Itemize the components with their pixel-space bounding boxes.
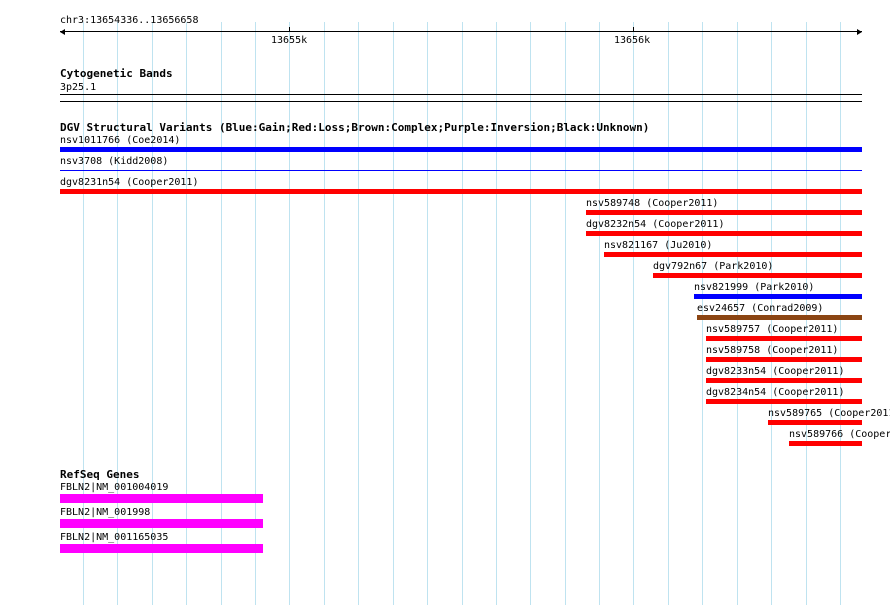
gridline: [152, 22, 153, 605]
ruler-axis: [60, 31, 862, 32]
arrow-right-icon: [857, 29, 862, 35]
gene-bar[interactable]: [60, 544, 263, 553]
variant-bar[interactable]: [604, 252, 862, 257]
variant-bar[interactable]: [586, 231, 862, 236]
variant-label: dgv792n67 (Park2010): [653, 261, 774, 272]
gridline: [668, 22, 669, 605]
variant-bar[interactable]: [60, 170, 862, 171]
variant-label: nsv3708 (Kidd2008): [60, 156, 169, 167]
variant-bar[interactable]: [706, 357, 862, 362]
gridline: [393, 22, 394, 605]
gridline: [565, 22, 566, 605]
variant-label: nsv821167 (Ju2010): [604, 240, 713, 251]
ruler-location: chr3:13654336..13656658: [60, 15, 199, 26]
variant-label: nsv589766 (Cooper2011): [789, 429, 890, 440]
gene-bar[interactable]: [60, 494, 263, 503]
variant-label: dgv8231n54 (Cooper2011): [60, 177, 199, 188]
variant-bar[interactable]: [706, 336, 862, 341]
variant-bar[interactable]: [768, 420, 862, 425]
gene-label: FBLN2|NM_001004019: [60, 482, 169, 493]
track-title-cytoband: Cytogenetic Bands: [60, 67, 173, 80]
cytoband-label: 3p25.1: [60, 82, 97, 93]
variant-bar[interactable]: [586, 210, 862, 215]
variant-label: nsv589748 (Cooper2011): [586, 198, 719, 209]
variant-label: dgv8233n54 (Cooper2011): [706, 366, 845, 377]
variant-label: nsv589757 (Cooper2011): [706, 324, 839, 335]
variant-bar[interactable]: [694, 294, 862, 299]
cytoband-line[interactable]: [60, 94, 862, 95]
gridline: [840, 22, 841, 605]
variant-bar[interactable]: [653, 273, 862, 278]
variant-label: dgv8232n54 (Cooper2011): [586, 219, 725, 230]
gene-bar[interactable]: [60, 519, 263, 528]
gridline: [599, 22, 600, 605]
variant-label: nsv1011766 (Coe2014): [60, 135, 181, 146]
ruler-tick: [633, 27, 634, 32]
track-title-dgv: DGV Structural Variants (Blue:Gain;Red:L…: [60, 121, 650, 134]
variant-bar[interactable]: [60, 189, 862, 194]
gridline: [496, 22, 497, 605]
track-title-refseq: RefSeq Genes: [60, 468, 140, 481]
variant-bar[interactable]: [789, 441, 862, 446]
variant-label: nsv589758 (Cooper2011): [706, 345, 839, 356]
variant-bar[interactable]: [697, 315, 862, 320]
variant-label: nsv821999 (Park2010): [694, 282, 815, 293]
variant-bar[interactable]: [706, 378, 862, 383]
gridline: [427, 22, 428, 605]
gridline: [462, 22, 463, 605]
gridline: [255, 22, 256, 605]
cytoband-line[interactable]: [60, 101, 862, 102]
gene-label: FBLN2|NM_001165035: [60, 532, 169, 543]
variant-label: esv24657 (Conrad2009): [697, 303, 824, 314]
gridline: [530, 22, 531, 605]
gridline: [186, 22, 187, 605]
gene-label: FBLN2|NM_001998: [60, 507, 151, 518]
variant-label: nsv589765 (Cooper2011): [768, 408, 890, 419]
ruler-tick: [289, 27, 290, 32]
ruler-label-13656k: 13656k: [614, 35, 651, 46]
ruler-label-13655k: 13655k: [271, 35, 308, 46]
variant-label: dgv8234n54 (Cooper2011): [706, 387, 845, 398]
variant-bar[interactable]: [706, 399, 862, 404]
arrow-left-icon: [60, 29, 65, 35]
gridline: [358, 22, 359, 605]
gridline: [221, 22, 222, 605]
variant-bar[interactable]: [60, 147, 862, 152]
gridline: [633, 22, 634, 605]
gridline: [289, 22, 290, 605]
gridline: [324, 22, 325, 605]
